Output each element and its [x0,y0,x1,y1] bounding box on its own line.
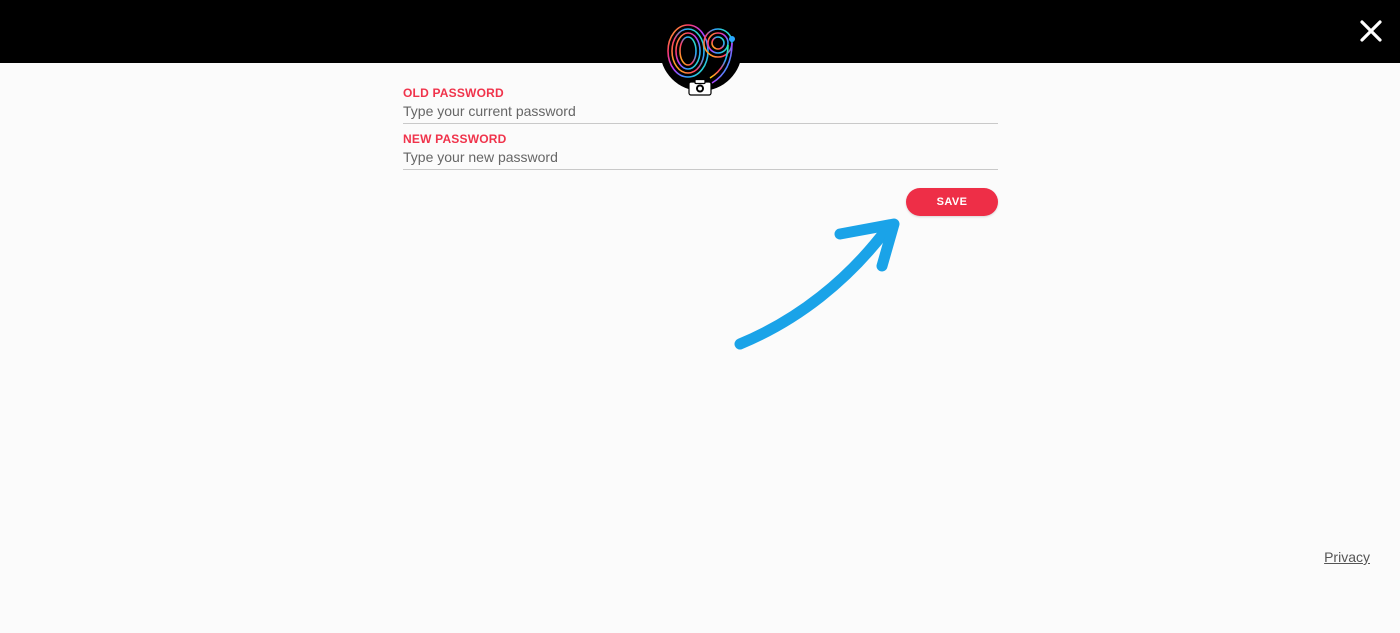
change-password-form: OLD PASSWORD NEW PASSWORD [403,86,998,170]
save-button[interactable]: SAVE [906,188,998,216]
new-password-label: NEW PASSWORD [403,132,507,146]
curved-arrow-icon [734,218,900,350]
old-password-label: OLD PASSWORD [403,86,504,100]
privacy-link[interactable]: Privacy [1324,549,1370,565]
new-password-field: NEW PASSWORD [403,132,998,170]
close-button[interactable] [1354,14,1388,48]
old-password-input[interactable] [403,101,998,124]
new-password-input[interactable] [403,147,998,170]
old-password-field: OLD PASSWORD [403,86,998,124]
close-icon [1360,20,1382,42]
